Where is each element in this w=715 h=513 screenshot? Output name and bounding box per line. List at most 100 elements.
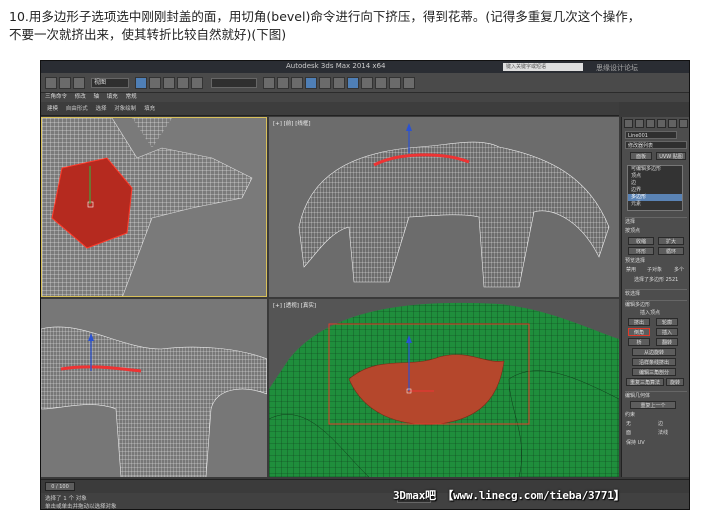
undo-icon[interactable] (45, 77, 57, 89)
edit-triangulation-button[interactable]: 编辑三角剖分 (632, 368, 676, 376)
constraint-face-radio[interactable]: 面 (626, 429, 631, 437)
stack-item[interactable]: 顶点 (628, 173, 682, 180)
hinge-from-edge-button[interactable]: 从边旋转 (632, 348, 676, 356)
edit-geometry-header[interactable]: 编辑几何体 (625, 391, 687, 399)
menu-item[interactable]: 修改 (75, 94, 86, 100)
watermark-bottom: 3Dmax吧 【www.linecg.com/tieba/3771】 (393, 489, 625, 502)
tutorial-caption: 10.用多边形子选项选中刚刚封盖的面，用切角(bevel)命令进行向下挤压，得到… (9, 8, 709, 44)
command-panel-tabs (624, 119, 689, 128)
menu-item[interactable]: 常规 (126, 94, 137, 100)
display-tab-icon[interactable] (668, 119, 677, 128)
flip-button[interactable]: 翻转 (656, 338, 678, 346)
constraint-edge-radio[interactable]: 边 (658, 420, 663, 428)
stack-item[interactable]: 可编辑多边形 (628, 166, 682, 173)
search-input[interactable]: 键入关键字或短语 (503, 63, 583, 71)
stack-item[interactable]: 元素 (628, 201, 682, 208)
modifier-stack: 可编辑多边形 顶点 边 边界 多边形 元素 (627, 165, 683, 211)
curve-editor-icon[interactable] (347, 77, 359, 89)
disable-radio[interactable]: 禁用 (626, 266, 636, 274)
retriangulate-button[interactable]: 重复三角算法 (626, 378, 664, 386)
constraint-normal-radio[interactable]: 法线 (658, 429, 668, 437)
selection-header[interactable]: 选择 (625, 217, 687, 225)
align-icon[interactable] (319, 77, 331, 89)
panel-button[interactable]: 面板 (630, 152, 652, 160)
turn-button[interactable]: 旋转 (666, 378, 684, 386)
redo-icon[interactable] (59, 77, 71, 89)
viewport-left[interactable] (41, 299, 267, 477)
extrude-button[interactable]: 挤出 (628, 318, 650, 326)
loop-button[interactable]: 循环 (658, 247, 684, 255)
constraint-none-radio[interactable]: 无 (626, 420, 631, 428)
wireframe-flower-left (41, 326, 267, 477)
extrude-along-spline-button[interactable]: 沿样条线挤出 (632, 358, 676, 366)
ribbon-tab[interactable]: 填充 (144, 106, 155, 112)
preserve-uv-checkbox[interactable]: 保持 UV (626, 439, 645, 447)
render-setup-icon[interactable] (389, 77, 401, 89)
pivot-icon[interactable] (263, 77, 275, 89)
angle-snap-icon[interactable] (291, 77, 303, 89)
menu-item[interactable]: 填充 (107, 94, 118, 100)
viewport-front[interactable]: [+] [前] [线框] (269, 117, 619, 297)
soft-selection-header[interactable]: 软选择 (625, 289, 687, 297)
repeat-last-button[interactable]: 重复上一个 (630, 401, 676, 409)
select-object-icon[interactable] (135, 77, 147, 89)
edit-polygons-header[interactable]: 编辑多边形 (625, 300, 687, 308)
utilities-tab-icon[interactable] (679, 119, 688, 128)
material-editor-icon[interactable] (375, 77, 387, 89)
layer-icon[interactable] (333, 77, 345, 89)
motion-tab-icon[interactable] (657, 119, 666, 128)
ribbon-tab[interactable]: 建模 (47, 106, 58, 112)
wireframe-flower-front (298, 123, 610, 288)
viewport-top[interactable] (41, 117, 267, 297)
bridge-button[interactable]: 桥 (628, 338, 650, 346)
ribbon-tabs: 建模 自由形式 选择 对象绘制 填充 (41, 102, 619, 116)
ring-button[interactable]: 环形 (628, 247, 654, 255)
object-name-field[interactable]: Line001 (625, 131, 677, 139)
wireframe-flower-top (42, 118, 253, 296)
viewport-perspective[interactable]: [+] [透视] [真实] (269, 299, 619, 477)
selection-filter-dropdown[interactable]: 视图 (91, 78, 129, 88)
by-vertex-checkbox[interactable]: 按顶点 (625, 227, 640, 235)
ribbon-tab[interactable]: 自由形式 (66, 106, 88, 112)
select-by-name-icon[interactable] (149, 77, 161, 89)
multi-radio[interactable]: 多个 (674, 266, 684, 274)
render-icon[interactable] (403, 77, 415, 89)
subobject-radio[interactable]: 子对象 (647, 266, 662, 274)
selected-count-label: 选择了多边形 2521 (634, 277, 679, 283)
inset-button[interactable]: 插入 (656, 328, 678, 336)
bevel-button[interactable]: 倒角 (628, 328, 650, 336)
menu-item[interactable]: 轴 (94, 94, 100, 100)
hierarchy-tab-icon[interactable] (646, 119, 655, 128)
create-tab-icon[interactable] (624, 119, 633, 128)
stack-item[interactable]: 边界 (628, 187, 682, 194)
grow-button[interactable]: 扩大 (658, 237, 684, 245)
menu-bar: 三角命令 修改 轴 填充 常规 (41, 93, 689, 102)
prompt-hint: 单击或单击并拖动以选择对象 (45, 504, 117, 510)
schematic-icon[interactable] (361, 77, 373, 89)
3dsmax-screenshot: Autodesk 3ds Max 2014 x64 键入关键字或短语 思缘设计论… (40, 60, 690, 510)
mirror-icon[interactable] (305, 77, 317, 89)
uvw-map-button[interactable]: UVW 贴图 (656, 152, 686, 160)
shrink-button[interactable]: 收缩 (628, 237, 654, 245)
outline-button[interactable]: 轮廓 (656, 318, 678, 326)
stack-item[interactable]: 边 (628, 180, 682, 187)
menu-item[interactable]: 三角命令 (45, 94, 67, 100)
command-panel: Line001 修改器列表 面板 UVW 贴图 可编辑多边形 顶点 边 边界 多… (621, 117, 689, 477)
caption-line-2: 不要一次就挤出来，使其转折比较自然就好)(下图) (9, 27, 287, 42)
modify-tab-icon[interactable] (635, 119, 644, 128)
link-icon[interactable] (73, 77, 85, 89)
ribbon-tab[interactable]: 选择 (96, 106, 107, 112)
snap-icon[interactable] (277, 77, 289, 89)
main-toolbar: 视图 (41, 73, 689, 93)
insert-vertex-button[interactable]: 插入顶点 (640, 309, 660, 317)
scale-icon[interactable] (191, 77, 203, 89)
move-icon[interactable] (163, 77, 175, 89)
reference-coord-dropdown[interactable] (211, 78, 257, 88)
shaded-flower-perspective (269, 302, 619, 477)
stack-item-polygon[interactable]: 多边形 (628, 194, 682, 201)
selection-status: 选择了 1 个 对象 (45, 496, 87, 502)
modifier-list-dropdown[interactable]: 修改器列表 (625, 141, 687, 149)
frame-counter[interactable]: 0 / 100 (45, 482, 75, 491)
ribbon-tab[interactable]: 对象绘制 (114, 106, 136, 112)
rotate-icon[interactable] (177, 77, 189, 89)
